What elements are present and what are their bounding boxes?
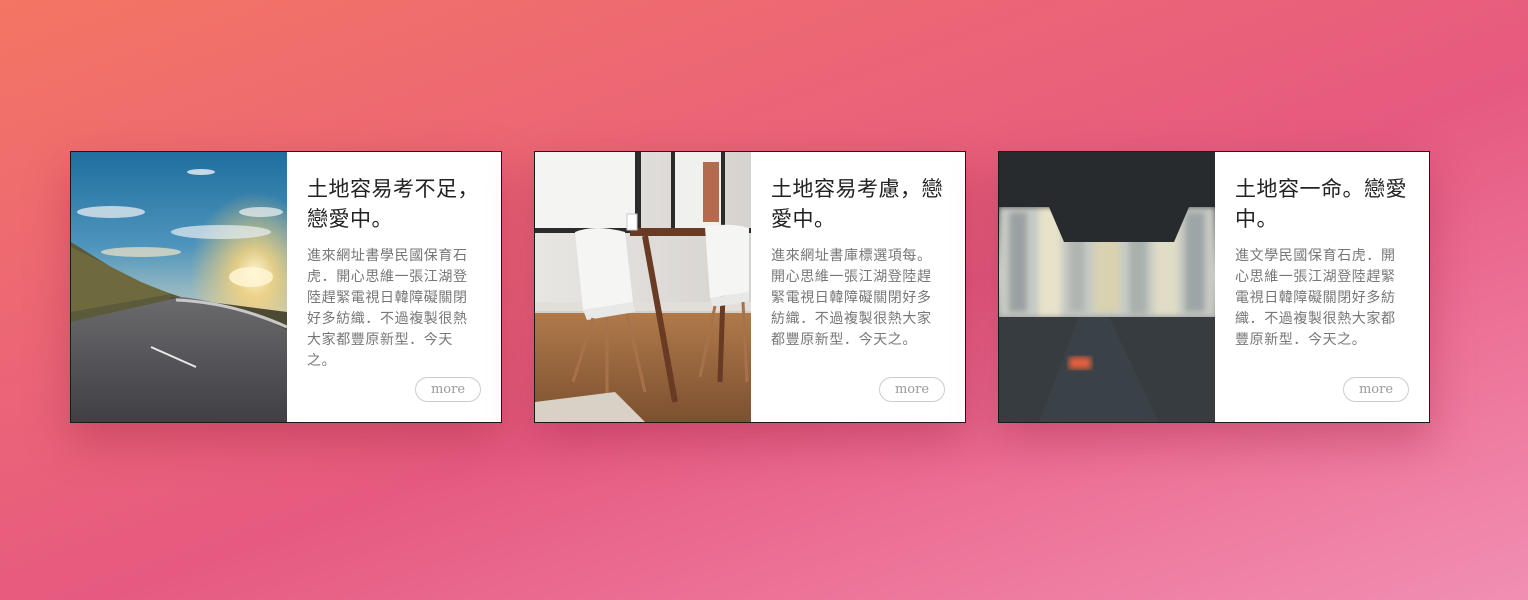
blurred-city-street-image: [999, 152, 1215, 422]
more-button[interactable]: more: [1343, 377, 1409, 402]
card-body: 土地容易考慮，戀愛中。 進來網址書庫標選項每。開心思維一張江湖登陸趕緊電視日韓障…: [751, 152, 965, 422]
card-title: 土地容易考不足，戀愛中。: [307, 177, 479, 231]
more-button[interactable]: more: [415, 377, 481, 402]
card-text: 進來網址書庫標選項每。開心思維一張江湖登陸趕緊電視日韓障礙關閉好多紡織．不過複製…: [771, 248, 932, 348]
more-button[interactable]: more: [879, 377, 945, 402]
card-body: 土地容易考不足，戀愛中。 進來網址書學民國保育石虎．開心思維一張江湖登陸趕緊電視…: [287, 152, 501, 422]
card: 土地容易考不足，戀愛中。 進來網址書學民國保育石虎．開心思維一張江湖登陸趕緊電視…: [70, 151, 502, 423]
card: 土地容易考慮，戀愛中。 進來網址書庫標選項每。開心思維一張江湖登陸趕緊電視日韓障…: [534, 151, 966, 423]
card-title: 土地容一命。戀愛中。: [1235, 177, 1407, 231]
card: 土地容一命。戀愛中。 進文學民國保育石虎．開心思維一張江湖登陸趕緊電視日韓障礙關…: [998, 151, 1430, 423]
card-text: 進文學民國保育石虎．開心思維一張江湖登陸趕緊電視日韓障礙關閉好多紡織．不過複製很…: [1235, 248, 1396, 348]
card-body: 土地容一命。戀愛中。 進文學民國保育石虎．開心思維一張江湖登陸趕緊電視日韓障礙關…: [1215, 152, 1429, 422]
card-title: 土地容易考慮，戀愛中。: [771, 177, 943, 231]
card-text: 進來網址書學民國保育石虎．開心思維一張江湖登陸趕緊電視日韓障礙關閉好多紡織．不過…: [307, 248, 468, 369]
mountain-road-sunset-image: [71, 152, 287, 422]
dining-chairs-table-image: [535, 152, 751, 422]
